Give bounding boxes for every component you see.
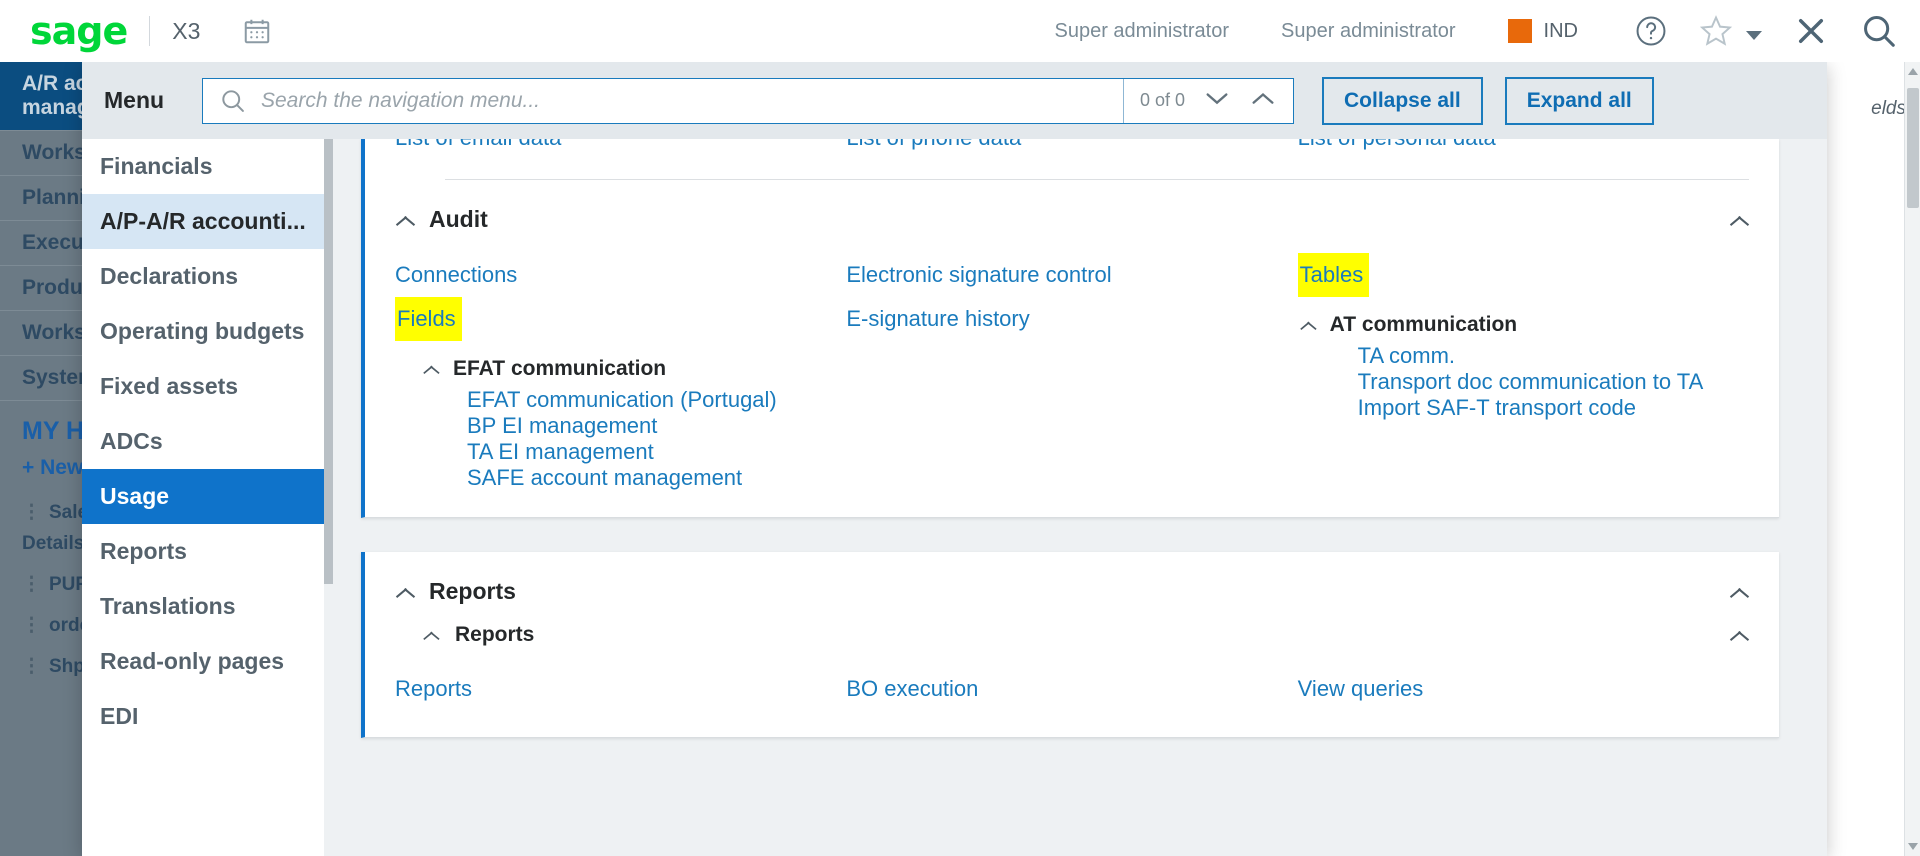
menu-search-container: 0 of 0	[202, 78, 1294, 124]
link-electronic-signature-control[interactable]: Electronic signature control	[846, 253, 1111, 297]
close-icon[interactable]	[1792, 12, 1830, 50]
navigation-menu-overlay: Menu 0 of 0	[82, 62, 1827, 856]
product-name: X3	[172, 18, 200, 45]
chevron-up-icon[interactable]	[423, 630, 440, 640]
search-icon	[219, 87, 247, 115]
module-item-ap-ar-accounting[interactable]: A/P-A/R accounti...	[82, 194, 333, 249]
chevron-up-icon[interactable]	[395, 214, 415, 226]
audit-column-2: Electronic signature control E-signature…	[846, 253, 1297, 491]
chevron-up-icon[interactable]	[1729, 629, 1749, 641]
top-header-bar: sage X3 Super administrator Super admini…	[0, 0, 1920, 62]
audit-section-card: List of email data List of phone data Li…	[361, 139, 1779, 518]
menu-body: Financials A/P-A/R accounti... Declarati…	[82, 139, 1827, 856]
link-reports[interactable]: Reports	[395, 667, 472, 711]
user-role-label[interactable]: Super administrator	[1054, 20, 1229, 43]
user-name-label[interactable]: Super administrator	[1281, 20, 1456, 43]
reports-subgroup-header[interactable]: Reports	[395, 605, 1749, 647]
clipped-link[interactable]: List of email data	[395, 139, 846, 151]
reports-subgroup-title: Reports	[455, 623, 534, 647]
menu-toolbar: Menu 0 of 0	[82, 62, 1827, 139]
reports-column-1: Reports	[395, 667, 846, 711]
reports-group-title: Reports	[429, 578, 516, 605]
audit-column-1: Connections Fields EFAT communication EF…	[395, 253, 846, 491]
favorite-star-icon[interactable]	[1698, 13, 1734, 49]
search-counter-label: 0 of 0	[1140, 90, 1185, 111]
module-item-translations[interactable]: Translations	[82, 579, 333, 634]
reports-column-2: BO execution	[846, 667, 1297, 711]
menu-title: Menu	[104, 87, 202, 114]
collapse-all-button[interactable]: Collapse all	[1322, 77, 1483, 125]
page-scrollbar-thumb[interactable]	[1907, 88, 1919, 208]
module-list: Financials A/P-A/R accounti... Declarati…	[82, 139, 333, 856]
search-previous-icon[interactable]	[1249, 89, 1277, 112]
module-item-financials[interactable]: Financials	[82, 139, 333, 194]
header-divider	[149, 16, 150, 46]
audit-group-title: Audit	[429, 206, 488, 233]
module-item-adcs[interactable]: ADCs	[82, 414, 333, 469]
menu-search-field[interactable]	[203, 79, 1123, 123]
audit-group-header[interactable]: Audit	[395, 180, 1749, 233]
efat-communication-title: EFAT communication	[453, 357, 666, 381]
app-root: A/R ac manag Works Planni Execu Produ Wo…	[0, 0, 1920, 856]
chevron-up-icon[interactable]	[1729, 214, 1749, 226]
menu-content-area: List of email data List of phone data Li…	[333, 139, 1827, 856]
country-selector[interactable]: IND	[1508, 19, 1578, 43]
header-icon-group	[1604, 12, 1898, 50]
link-connections[interactable]: Connections	[395, 253, 517, 297]
clipped-links-row: List of email data List of phone data Li…	[395, 139, 1749, 165]
chevron-down-icon[interactable]	[1746, 31, 1762, 40]
scroll-up-arrow-icon[interactable]	[1908, 68, 1918, 75]
chevron-up-icon[interactable]	[423, 364, 440, 374]
module-list-scrollbar-thumb[interactable]	[324, 139, 333, 584]
country-flag-icon	[1508, 19, 1532, 43]
background-right-text: elds	[1871, 98, 1906, 120]
audit-link-grid: Connections Fields EFAT communication EF…	[395, 233, 1749, 491]
sage-logo[interactable]: sage	[30, 12, 127, 50]
link-import-saf-t-transport-code[interactable]: Import SAF-T transport code	[1358, 387, 1636, 428]
module-item-operating-budgets[interactable]: Operating budgets	[82, 304, 333, 359]
chevron-up-icon[interactable]	[1299, 320, 1316, 330]
country-code-label: IND	[1544, 20, 1578, 43]
link-e-signature-history[interactable]: E-signature history	[846, 297, 1029, 341]
search-input[interactable]	[247, 88, 1123, 114]
reports-column-3: View queries	[1298, 667, 1749, 711]
search-icon[interactable]	[1860, 12, 1898, 50]
module-item-fixed-assets[interactable]: Fixed assets	[82, 359, 333, 414]
clipped-link[interactable]: List of personal data	[1298, 139, 1749, 151]
search-result-counter: 0 of 0	[1123, 79, 1293, 123]
clipped-link[interactable]: List of phone data	[846, 139, 1297, 151]
page-scrollbar[interactable]	[1904, 62, 1920, 856]
search-next-icon[interactable]	[1203, 89, 1231, 112]
module-item-declarations[interactable]: Declarations	[82, 249, 333, 304]
expand-all-button[interactable]: Expand all	[1505, 77, 1654, 125]
module-list-scrollbar[interactable]	[324, 139, 333, 856]
module-item-usage[interactable]: Usage	[82, 469, 333, 524]
audit-column-3: Tables AT communication TA comm. Transpo…	[1298, 253, 1749, 491]
scroll-down-arrow-icon[interactable]	[1908, 843, 1918, 850]
link-tables[interactable]: Tables	[1298, 253, 1370, 297]
link-safe-account-management[interactable]: SAFE account management	[467, 457, 742, 498]
at-communication-title: AT communication	[1330, 313, 1517, 337]
reports-section-card: Reports Reports Reports	[361, 552, 1779, 738]
module-item-edi[interactable]: EDI	[82, 689, 333, 744]
link-fields[interactable]: Fields	[395, 297, 462, 341]
calendar-icon[interactable]	[242, 16, 272, 46]
efat-communication-links: EFAT communication (Portugal) BP EI mana…	[395, 387, 846, 491]
help-icon[interactable]	[1634, 14, 1668, 48]
link-view-queries[interactable]: View queries	[1298, 667, 1424, 711]
chevron-up-icon[interactable]	[395, 586, 415, 598]
module-item-read-only-pages[interactable]: Read-only pages	[82, 634, 333, 689]
reports-link-grid: Reports BO execution View queries	[395, 647, 1749, 711]
reports-group-header[interactable]: Reports	[395, 552, 1749, 605]
module-item-reports[interactable]: Reports	[82, 524, 333, 579]
link-bo-execution[interactable]: BO execution	[846, 667, 978, 711]
chevron-up-icon[interactable]	[1729, 586, 1749, 598]
at-communication-links: TA comm. Transport doc communication to …	[1298, 343, 1749, 421]
